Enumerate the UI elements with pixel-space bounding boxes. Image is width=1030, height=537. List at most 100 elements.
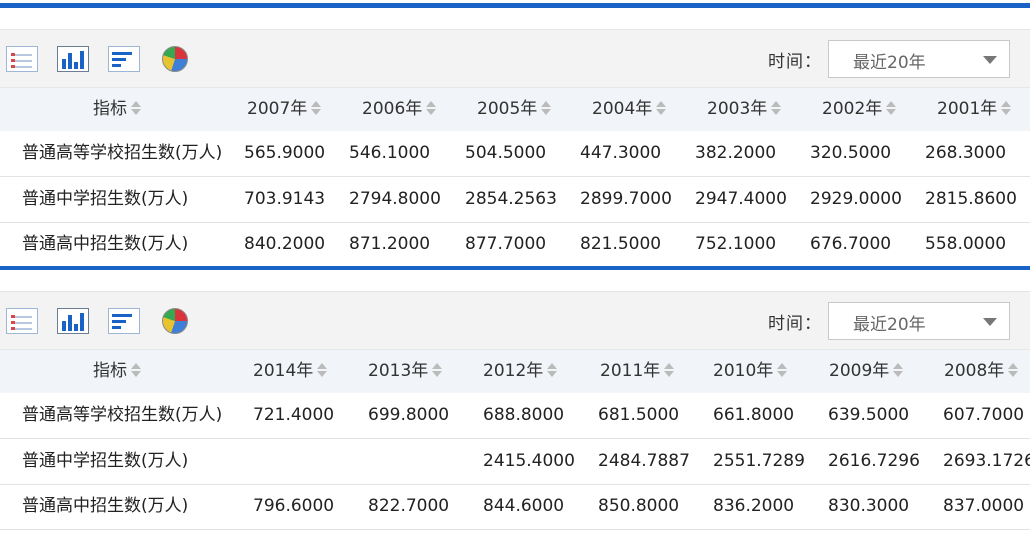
header-year[interactable]: 2006年: [362, 88, 437, 131]
table-cell: 699.8000: [368, 405, 450, 425]
table-cell: 796.6000: [253, 496, 335, 516]
row-indicator-name: 普通高中招生数(万人): [22, 496, 189, 516]
panel-top-border: [0, 266, 1030, 270]
header-year[interactable]: 2002年: [822, 88, 897, 131]
time-label: 时间：: [768, 314, 822, 334]
sort-icon[interactable]: [1008, 362, 1019, 378]
table-cell: 752.1000: [695, 234, 777, 254]
row-indicator-name: 普通高中招生数(万人): [22, 234, 189, 254]
table-cell: 2899.7000: [580, 189, 672, 209]
sort-icon[interactable]: [771, 100, 782, 116]
bar-chart-icon[interactable]: [57, 46, 89, 72]
sort-icon[interactable]: [656, 100, 667, 116]
sort-icon[interactable]: [131, 362, 141, 378]
header-year[interactable]: 2004年: [592, 88, 667, 131]
chart-toolbar: 时间： 最近20年: [0, 291, 1030, 350]
table-cell: 2693.1726: [943, 451, 1030, 471]
table-cell: 2815.8600: [925, 189, 1017, 209]
table-cell: 2929.0000: [810, 189, 902, 209]
table-row: 普通高中招生数(万人) 796.6000 822.7000 844.6000 8…: [0, 484, 1030, 530]
header-year[interactable]: 2008年: [944, 350, 1019, 393]
table-cell: 676.7000: [810, 234, 892, 254]
header-year[interactable]: 2010年: [713, 350, 788, 393]
table-row: 普通高等学校招生数(万人) 721.4000 699.8000 688.8000…: [0, 393, 1030, 439]
table-cell: 688.8000: [483, 405, 565, 425]
table-cell: 836.2000: [713, 496, 795, 516]
table-cell: 830.3000: [828, 496, 910, 516]
table-cell: 837.0000: [943, 496, 1025, 516]
header-year[interactable]: 2011年: [600, 350, 675, 393]
table-row: 普通中学招生数(万人) 2415.4000 2484.7887 2551.728…: [0, 439, 1030, 485]
sort-icon[interactable]: [886, 100, 897, 116]
header-indicator[interactable]: 指标: [93, 350, 141, 393]
pie-chart-icon[interactable]: [162, 308, 188, 334]
header-year[interactable]: 2013年: [368, 350, 443, 393]
pie-chart-icon[interactable]: [162, 46, 188, 72]
table-cell: 268.3000: [925, 143, 1007, 163]
table-cell: 2415.4000: [483, 451, 575, 471]
sort-icon[interactable]: [317, 362, 328, 378]
table-cell: 2854.2563: [465, 189, 557, 209]
sort-icon[interactable]: [664, 362, 675, 378]
horizontal-bar-chart-icon[interactable]: [108, 308, 140, 334]
list-view-icon[interactable]: [6, 308, 38, 334]
sort-icon[interactable]: [777, 362, 788, 378]
table-cell: 844.6000: [483, 496, 565, 516]
panel-top-border: [0, 3, 1030, 8]
sort-icon[interactable]: [547, 362, 558, 378]
data-panel-2014-2008: 时间： 最近20年 指标 2014年 2013年 2012年 2011年 201…: [0, 266, 1030, 537]
horizontal-bar-chart-icon[interactable]: [108, 46, 140, 72]
time-label: 时间：: [768, 52, 822, 72]
chevron-down-icon: [983, 56, 997, 64]
sort-icon[interactable]: [1001, 100, 1012, 116]
bar-chart-icon[interactable]: [57, 308, 89, 334]
time-range-select[interactable]: 最近20年: [828, 40, 1010, 78]
sort-icon[interactable]: [311, 100, 322, 116]
table-cell: 447.3000: [580, 143, 662, 163]
table-cell: 639.5000: [828, 405, 910, 425]
table-cell: 607.7000: [943, 405, 1025, 425]
header-year[interactable]: 2003年: [707, 88, 782, 131]
table-cell: 2947.4000: [695, 189, 787, 209]
table-header: 指标 2007年 2006年 2005年 2004年 2003年 2002年 2…: [0, 87, 1030, 131]
table-cell: 721.4000: [253, 405, 335, 425]
sort-icon[interactable]: [131, 100, 141, 116]
header-indicator[interactable]: 指标: [93, 88, 141, 131]
data-panel-2007-2001: 时间： 最近20年 指标 2007年 2006年 2005年 2004年 200…: [0, 0, 1030, 270]
row-indicator-name: 普通中学招生数(万人): [22, 451, 189, 471]
table-row: 普通高等学校招生数(万人) 565.9000 546.1000 504.5000…: [0, 131, 1030, 177]
table-cell: 821.5000: [580, 234, 662, 254]
table-cell: 2616.7296: [828, 451, 920, 471]
header-year[interactable]: 2012年: [483, 350, 558, 393]
header-year[interactable]: 2009年: [829, 350, 904, 393]
chevron-down-icon: [983, 318, 997, 326]
table-cell: 822.7000: [368, 496, 450, 516]
table-cell: 877.7000: [465, 234, 547, 254]
header-year[interactable]: 2005年: [477, 88, 552, 131]
sort-icon[interactable]: [432, 362, 443, 378]
table-row: 普通高中招生数(万人) 840.2000 871.2000 877.7000 8…: [0, 222, 1030, 267]
header-year[interactable]: 2001年: [937, 88, 1012, 131]
table-header: 指标 2014年 2013年 2012年 2011年 2010年 2009年 2…: [0, 349, 1030, 393]
table-cell: 681.5000: [598, 405, 680, 425]
table-cell: 703.9143: [244, 189, 326, 209]
table-cell: 558.0000: [925, 234, 1007, 254]
table-row: 普通中学招生数(万人) 703.9143 2794.8000 2854.2563…: [0, 177, 1030, 223]
table-cell: 2551.7289: [713, 451, 805, 471]
table-cell: 565.9000: [244, 143, 326, 163]
table-cell: 850.8000: [598, 496, 680, 516]
table-cell: 504.5000: [465, 143, 547, 163]
sort-icon[interactable]: [426, 100, 437, 116]
row-indicator-name: 普通高等学校招生数(万人): [22, 405, 223, 425]
chart-toolbar: 时间： 最近20年: [0, 29, 1030, 88]
header-year[interactable]: 2014年: [253, 350, 328, 393]
row-indicator-name: 普通中学招生数(万人): [22, 189, 189, 209]
table-cell: 871.2000: [349, 234, 431, 254]
sort-icon[interactable]: [893, 362, 904, 378]
header-year[interactable]: 2007年: [247, 88, 322, 131]
sort-icon[interactable]: [541, 100, 552, 116]
time-range-select[interactable]: 最近20年: [828, 302, 1010, 340]
row-indicator-name: 普通高等学校招生数(万人): [22, 143, 223, 163]
table-cell: 2484.7887: [598, 451, 690, 471]
list-view-icon[interactable]: [6, 46, 38, 72]
